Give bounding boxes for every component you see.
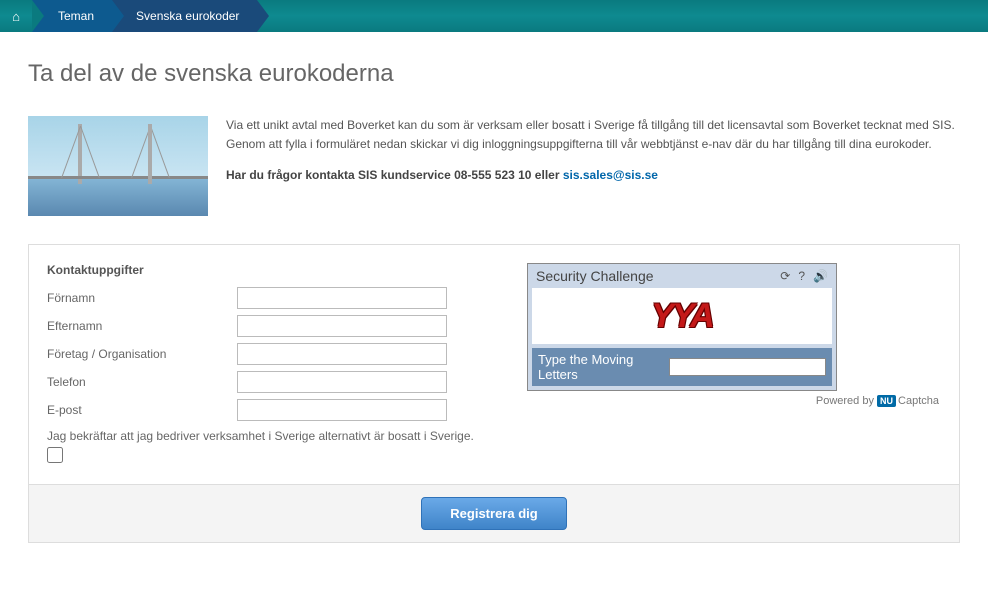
captcha-image-area: YYA	[532, 288, 832, 344]
input-telefon[interactable]	[237, 371, 447, 393]
label-telefon: Telefon	[47, 375, 237, 389]
field-row-efternamn: Efternamn	[47, 315, 487, 337]
label-fornamn: Förnamn	[47, 291, 237, 305]
captcha-brand: Captcha	[898, 395, 939, 407]
captcha-icons: ⟳ ? 🔊	[780, 269, 828, 283]
field-row-fornamn: Förnamn	[47, 287, 487, 309]
intro-section: Via ett unikt avtal med Boverket kan du …	[28, 116, 960, 216]
page-content: Ta del av de svenska eurokoderna Via ett…	[0, 32, 988, 583]
captcha-box: Security Challenge ⟳ ? 🔊 YYA Type the Mo…	[527, 263, 837, 391]
captcha-brand-badge: NU	[877, 395, 896, 407]
home-button[interactable]: ⌂	[0, 0, 32, 32]
intro-paragraph: Via ett unikt avtal med Boverket kan du …	[226, 116, 960, 154]
form-right-column: Security Challenge ⟳ ? 🔊 YYA Type the Mo…	[527, 263, 941, 466]
captcha-header: Security Challenge ⟳ ? 🔊	[528, 264, 836, 288]
captcha-input[interactable]	[669, 358, 826, 376]
intro-text: Via ett unikt avtal med Boverket kan du …	[226, 116, 960, 216]
field-row-foretag: Företag / Organisation	[47, 343, 487, 365]
input-fornamn[interactable]	[237, 287, 447, 309]
form-section-title: Kontaktuppgifter	[47, 263, 487, 277]
field-row-telefon: Telefon	[47, 371, 487, 393]
field-row-epost: E-post	[47, 399, 487, 421]
submit-button[interactable]: Registrera dig	[421, 497, 566, 530]
label-efternamn: Efternamn	[47, 319, 237, 333]
contact-email-link[interactable]: sis.sales@sis.se	[563, 168, 658, 182]
form-box: Kontaktuppgifter Förnamn Efternamn Föret…	[28, 244, 960, 485]
captcha-refresh-icon[interactable]: ⟳	[780, 269, 790, 283]
captcha-help-icon[interactable]: ?	[798, 269, 805, 283]
breadcrumb-teman[interactable]: Teman	[32, 0, 112, 32]
bridge-image	[28, 116, 208, 216]
captcha-credit: Powered by NUCaptcha	[527, 395, 939, 407]
top-navbar: ⌂ Teman Svenska eurokoder	[0, 0, 988, 32]
contact-line: Har du frågor kontakta SIS kundservice 0…	[226, 166, 960, 185]
captcha-credit-prefix: Powered by	[816, 395, 877, 407]
captcha-prompt: Type the Moving Letters	[538, 352, 665, 382]
confirm-text: Jag bekräftar att jag bedriver verksamhe…	[47, 429, 487, 443]
label-epost: E-post	[47, 403, 237, 417]
label-foretag: Företag / Organisation	[47, 347, 237, 361]
captcha-title: Security Challenge	[536, 268, 654, 284]
input-foretag[interactable]	[237, 343, 447, 365]
home-icon: ⌂	[12, 9, 20, 24]
contact-prefix: Har du frågor kontakta SIS kundservice 0…	[226, 168, 563, 182]
input-efternamn[interactable]	[237, 315, 447, 337]
submit-bar: Registrera dig	[28, 485, 960, 543]
form-left-column: Kontaktuppgifter Förnamn Efternamn Föret…	[47, 263, 487, 466]
page-title: Ta del av de svenska eurokoderna	[28, 60, 960, 88]
input-epost[interactable]	[237, 399, 447, 421]
captcha-audio-icon[interactable]: 🔊	[813, 269, 828, 283]
breadcrumb-label: Teman	[58, 9, 94, 23]
captcha-letters: YYA	[651, 297, 712, 336]
breadcrumb-label: Svenska eurokoder	[136, 9, 239, 23]
confirm-checkbox[interactable]	[47, 447, 63, 463]
captcha-footer: Type the Moving Letters	[532, 348, 832, 386]
breadcrumb-svenska-eurokoder[interactable]: Svenska eurokoder	[112, 0, 257, 32]
